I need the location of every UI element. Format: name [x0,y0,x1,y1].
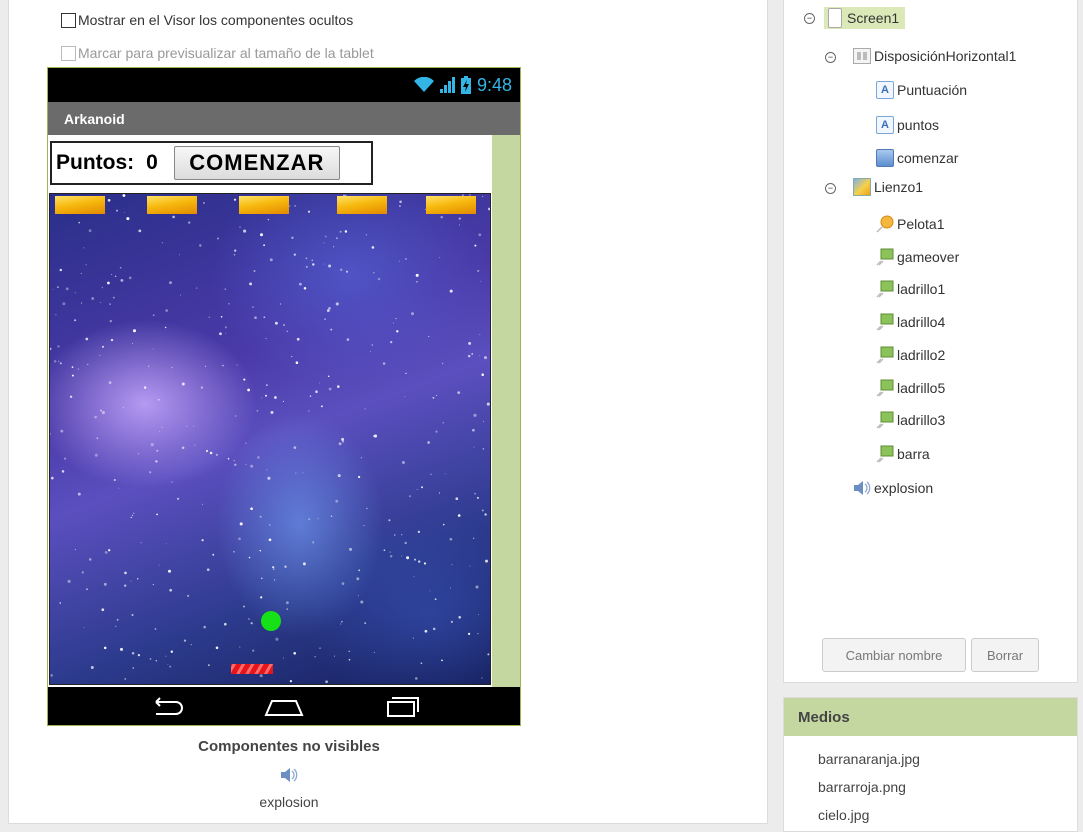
recents-icon [387,697,419,717]
media-file[interactable]: barranaranja.jpg [818,751,920,767]
tree-node-ladrillo4[interactable]: ladrillo4 [876,313,945,331]
tree-node-label: ladrillo2 [897,347,946,363]
screen-icon [826,8,844,28]
brick-sprite[interactable] [337,196,387,214]
tree-node-barra[interactable]: barra [876,445,930,463]
image-sprite-icon [876,313,894,331]
tree-node-label: explosion [874,480,934,496]
tree-node-ladrillo1[interactable]: ladrillo1 [876,280,945,298]
checkbox-box[interactable] [61,12,76,28]
status-time: 9:48 [476,74,512,95]
horizontal-arrangement-icon [853,47,871,65]
label-icon: A [876,116,894,134]
viewer-panel: Mostrar en el Visor los componentes ocul… [8,0,768,824]
tree-node-lienzo1[interactable]: Lienzo1 [853,178,923,196]
tree-node-label: Pelota1 [897,216,945,232]
tree-node-label: DisposiciónHorizontal1 [874,48,1017,64]
tree-node-puntos[interactable]: A puntos [876,116,939,134]
show-hidden-components-checkbox[interactable]: Mostrar en el Visor los componentes ocul… [61,12,353,28]
tree-node-label: ladrillo4 [897,314,946,330]
tree-node-comenzar[interactable]: comenzar [876,149,958,167]
tree-node-ladrillo2[interactable]: ladrillo2 [876,346,945,364]
signal-icon [439,77,455,93]
sound-icon[interactable] [280,767,298,783]
tree-node-label: puntos [897,117,940,133]
tree-node-screen1[interactable]: Screen1 [824,7,906,29]
ball-icon [876,215,894,233]
media-file[interactable]: cielo.jpg [818,807,869,823]
non-visible-components-title: Componentes no visibles [198,738,380,755]
phone-preview: 9:48 Arkanoid Puntos: 0 COMENZAR [47,67,521,726]
tablet-preview-label: Marcar para previsualizar al tamaño de l… [78,45,374,61]
button-icon [876,149,894,167]
rename-button[interactable]: Cambiar nombre [822,638,966,672]
back-icon [155,697,183,715]
tree-node-ladrillo5[interactable]: ladrillo5 [876,379,945,397]
horizontal-arrangement[interactable]: Puntos: 0 COMENZAR [50,141,373,185]
image-sprite-icon [876,248,894,266]
tree-node-label: barra [897,446,930,462]
collapse-icon[interactable]: − [804,13,815,24]
screen-content[interactable]: Puntos: 0 COMENZAR [48,135,520,687]
tree-node-explosion[interactable]: explosion [853,479,933,497]
tree-node-ladrillo3[interactable]: ladrillo3 [876,411,945,429]
label-icon: A [876,81,894,99]
non-visible-component-label[interactable]: explosion [209,794,369,810]
image-sprite-icon [876,379,894,397]
collapse-icon[interactable]: − [825,183,836,194]
start-button[interactable]: COMENZAR [173,146,340,180]
tree-node-label: Puntuación [897,82,968,98]
image-sprite-icon [876,280,894,298]
media-title: Medios [798,708,850,726]
image-sprite-icon [876,346,894,364]
ball-sprite[interactable] [261,611,281,631]
paddle-sprite[interactable] [231,664,273,674]
media-file[interactable]: barrarroja.png [818,779,906,795]
screen-scrollbar[interactable] [492,135,520,687]
tree-node-gameover[interactable]: gameover [876,248,959,266]
brick-sprite[interactable] [55,196,105,214]
image-sprite-icon [876,445,894,463]
tree-node-pelota1[interactable]: Pelota1 [876,215,944,233]
tree-node-label: Screen1 [847,10,900,26]
score-label[interactable]: Puntos: [56,151,134,175]
brick-sprite[interactable] [239,196,289,214]
app-title: Arkanoid [64,110,125,127]
delete-button[interactable]: Borrar [971,638,1039,672]
tablet-preview-checkbox[interactable]: Marcar para previsualizar al tamaño de l… [61,45,374,61]
canvas-icon [853,178,871,196]
battery-icon [460,76,471,94]
checkbox-box[interactable] [61,45,76,61]
wifi-icon [413,77,434,92]
score-value[interactable]: 0 [146,151,158,175]
brick-sprite[interactable] [426,196,476,214]
tree-node-horizontal-arrangement[interactable]: DisposiciónHorizontal1 [853,47,1016,65]
home-icon [264,700,304,716]
tree-node-puntuacion[interactable]: A Puntuación [876,81,967,99]
media-panel: Medios barranaranja.jpg barrarroja.png c… [783,697,1078,832]
app-title-bar: Arkanoid [48,102,520,135]
brick-sprite[interactable] [147,196,197,214]
tree-node-label: Lienzo1 [874,179,924,195]
show-hidden-components-label: Mostrar en el Visor los componentes ocul… [78,12,354,28]
image-sprite-icon [876,411,894,429]
tree-node-label: ladrillo3 [897,412,946,428]
tree-node-label: ladrillo1 [897,281,946,297]
collapse-icon[interactable]: − [825,52,836,63]
tree-node-label: comenzar [897,150,959,166]
tree-node-label: ladrillo5 [897,380,946,396]
sound-icon [854,481,871,495]
game-canvas[interactable] [49,193,491,685]
tree-node-label: gameover [897,249,960,265]
components-tree-panel: − Screen1 − DisposiciónHorizontal1 A Pun… [783,0,1078,683]
android-status-bar: 9:48 [48,68,520,102]
media-header: Medios [784,698,1077,736]
android-nav-bar [48,687,520,725]
